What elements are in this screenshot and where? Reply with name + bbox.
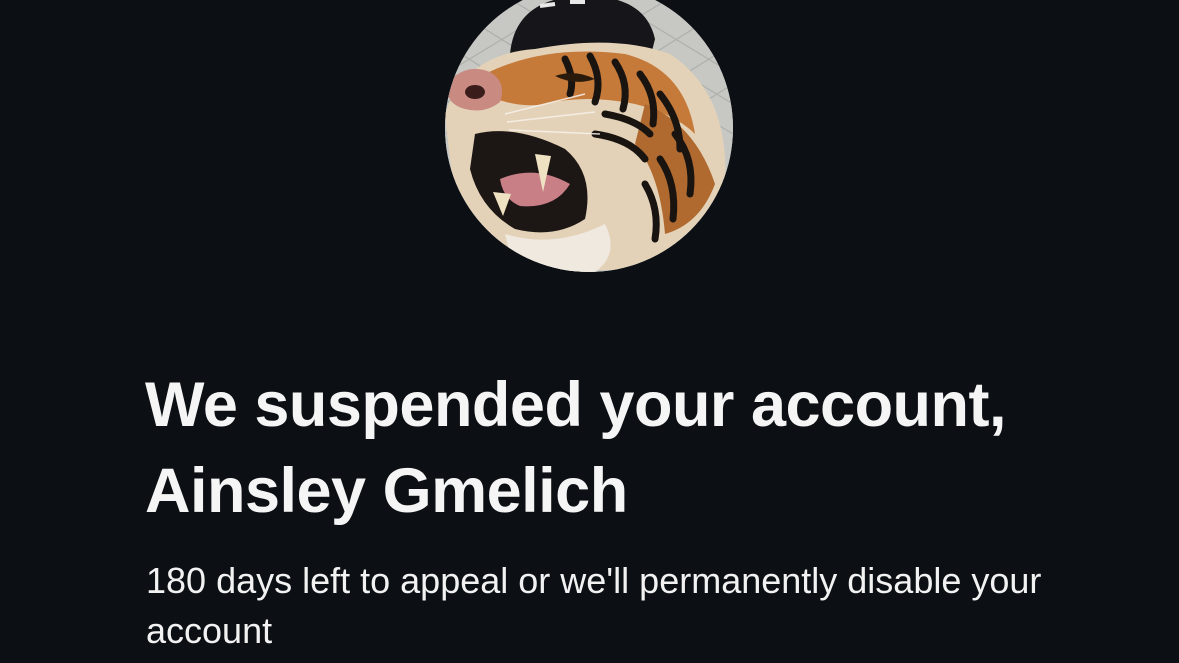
appeal-deadline-text: 180 days left to appeal or we'll permane…	[146, 560, 1042, 651]
suspension-screen: We suspended your account, Ainsley Gmeli…	[0, 0, 1179, 663]
page-title: We suspended your account, Ainsley Gmeli…	[145, 370, 1007, 526]
profile-avatar	[445, 0, 733, 272]
tiger-profile-photo	[445, 0, 733, 272]
